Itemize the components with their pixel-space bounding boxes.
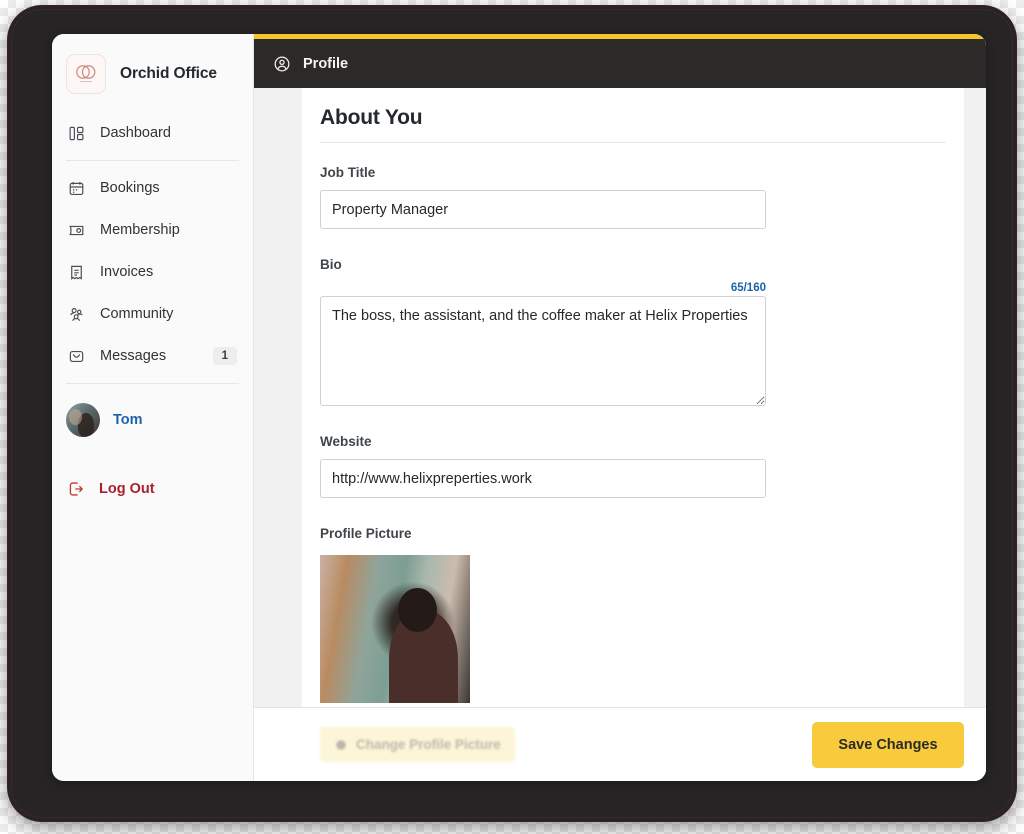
user-circle-icon [272,54,292,74]
sidebar: Orchid Office Dashboard Bookings Members… [52,34,254,781]
sidebar-item-messages[interactable]: Messages 1 [52,335,253,377]
job-title-input[interactable] [320,190,766,229]
sidebar-item-community[interactable]: Community [52,293,253,335]
sidebar-divider-top [66,160,239,161]
field-job-title: Job Title [320,165,946,229]
bio-label: Bio [320,257,342,272]
change-profile-picture-button[interactable]: Change Profile Picture [320,727,515,762]
sidebar-item-label: Dashboard [100,125,171,141]
topbar: Profile [254,39,986,88]
content-gutter-right [964,88,986,707]
section-divider [320,142,946,143]
people-icon [66,304,86,324]
content-gutter-left [254,88,302,707]
device-frame: Orchid Office Dashboard Bookings Members… [8,6,1016,821]
field-profile-picture: Profile Picture [320,526,946,703]
website-input[interactable] [320,459,766,498]
profile-form-card: About You Job Title Bio 65/160 [302,88,964,707]
sidebar-item-label: Messages [100,348,167,364]
logout-icon [66,479,86,499]
envelope-icon [66,346,86,366]
website-label: Website [320,434,372,449]
avatar [66,403,100,437]
dashboard-icon [66,123,86,143]
change-profile-picture-label: Change Profile Picture [356,737,501,752]
sidebar-item-dashboard[interactable]: Dashboard [52,112,253,154]
profile-picture-label: Profile Picture [320,526,412,541]
brand-name: Orchid Office [120,65,217,82]
brand[interactable]: Orchid Office [52,34,253,112]
sidebar-user[interactable]: Tom [52,390,253,450]
content-scroll-area[interactable]: About You Job Title Bio 65/160 [254,88,986,707]
logout-button[interactable]: Log Out [52,466,253,512]
membership-card-icon [66,220,86,240]
sidebar-item-label: Invoices [100,264,154,280]
sidebar-item-membership[interactable]: Membership [52,209,253,251]
sidebar-divider-bottom [66,383,239,384]
job-title-label: Job Title [320,165,376,180]
field-website: Website [320,434,946,498]
field-bio: Bio 65/160 [320,257,946,406]
sidebar-item-invoices[interactable]: Invoices [52,251,253,293]
profile-photo-preview [320,555,470,703]
upload-icon [334,738,348,752]
sidebar-nav: Dashboard Bookings Membership Invoices C… [52,112,253,512]
sidebar-item-label: Membership [100,222,180,238]
section-title: About You [320,106,423,129]
bio-textarea[interactable] [320,296,766,406]
app-window: Orchid Office Dashboard Bookings Members… [52,34,986,781]
calendar-icon [66,178,86,198]
main-panel: Profile About You Job Title Bio 6 [254,34,986,781]
invoice-icon [66,262,86,282]
sidebar-item-label: Bookings [100,180,160,196]
bio-char-counter: 65/160 [730,282,766,294]
form-footer: Change Profile Picture Save Changes [254,707,986,781]
orchid-rings-logo-icon [66,54,106,94]
sidebar-item-label: Community [100,306,174,322]
page-title: Profile [303,55,349,72]
messages-badge: 1 [212,347,237,365]
sidebar-item-bookings[interactable]: Bookings [52,167,253,209]
logout-label: Log Out [99,481,155,497]
save-changes-button[interactable]: Save Changes [812,721,964,768]
sidebar-user-name: Tom [113,412,143,428]
